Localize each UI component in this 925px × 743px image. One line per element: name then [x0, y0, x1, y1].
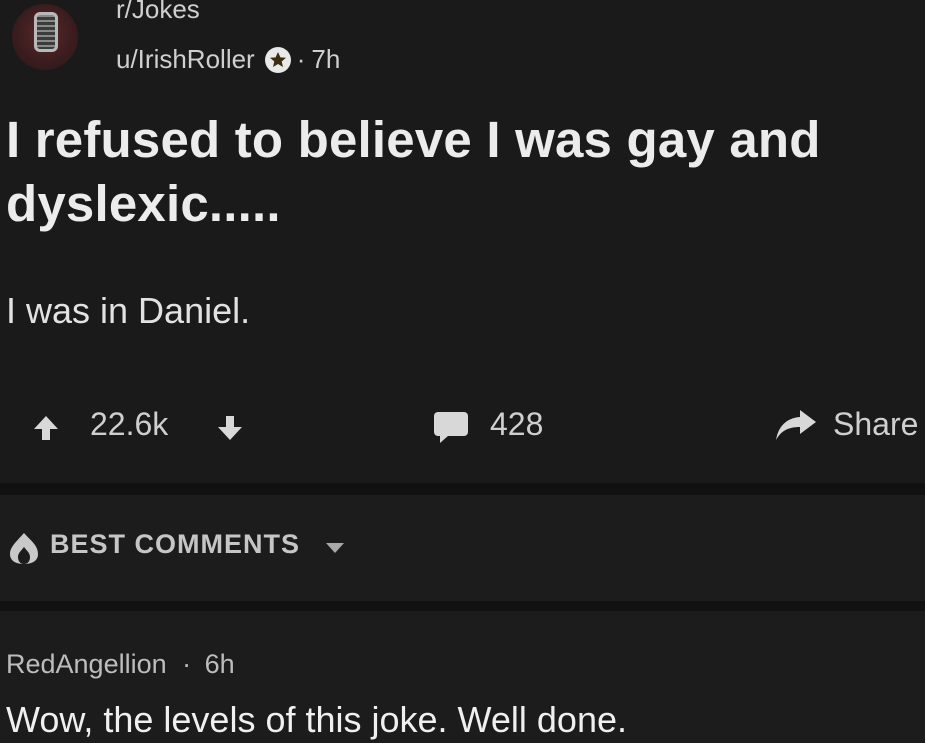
sort-label[interactable]: BEST COMMENTS	[50, 529, 300, 560]
subreddit-name[interactable]: r/Jokes	[116, 0, 200, 25]
comment-sort-bar[interactable]: BEST COMMENTS	[0, 495, 925, 601]
upvote-icon[interactable]	[32, 414, 60, 442]
comment-author[interactable]: RedAngellion	[6, 649, 167, 679]
post-age: 7h	[311, 44, 341, 74]
section-divider	[0, 483, 925, 495]
share-button[interactable]: Share	[833, 406, 918, 443]
meta-separator: ·	[296, 44, 306, 74]
post-author[interactable]: u/IrishRoller	[116, 44, 255, 75]
comment-item: RedAngellion · 6h Wow, the levels of thi…	[0, 611, 925, 743]
comment-meta: RedAngellion · 6h	[6, 649, 235, 680]
post-actions: 22.6k 428 Share	[0, 398, 925, 454]
comment-age: 6h	[204, 649, 235, 679]
comment-icon[interactable]	[432, 410, 470, 444]
post-meta: u/IrishRoller · 7h	[116, 44, 340, 75]
share-icon[interactable]	[774, 408, 818, 442]
award-icon[interactable]	[264, 46, 291, 73]
post-body: I was in Daniel.	[6, 290, 251, 331]
flame-icon	[10, 533, 38, 564]
downvote-icon[interactable]	[216, 414, 244, 442]
comment-count[interactable]: 428	[490, 406, 543, 443]
post-card: r/Jokes u/IrishRoller · 7h I refused to …	[0, 0, 925, 483]
subreddit-avatar[interactable]	[12, 4, 78, 70]
section-divider	[0, 601, 925, 611]
chevron-down-icon[interactable]	[326, 543, 344, 553]
post-title[interactable]: I refused to believe I was gay and dysle…	[6, 108, 911, 236]
meta-separator: ·	[182, 649, 192, 679]
vote-score: 22.6k	[90, 406, 169, 442]
comment-body: Wow, the levels of this joke. Well done.	[6, 699, 627, 740]
microphone-icon	[34, 12, 58, 52]
